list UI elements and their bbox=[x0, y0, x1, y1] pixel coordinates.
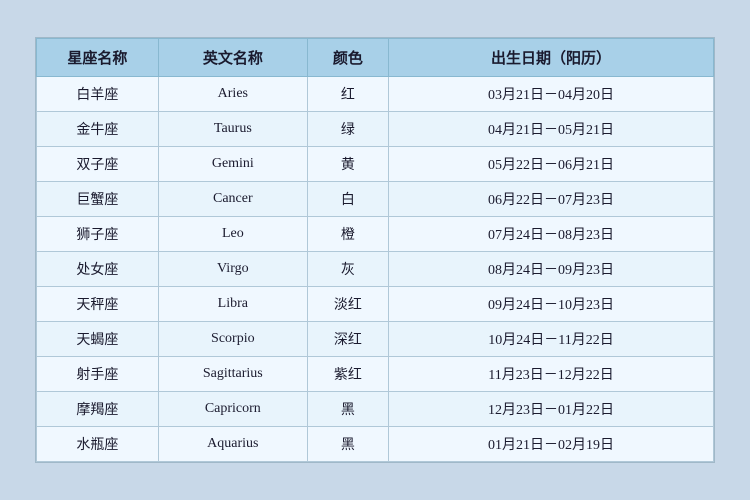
cell-chinese-name: 天秤座 bbox=[37, 287, 159, 322]
table-header-row: 星座名称 英文名称 颜色 出生日期（阳历） bbox=[37, 39, 714, 77]
cell-english-name: Aquarius bbox=[158, 427, 307, 462]
header-english-name: 英文名称 bbox=[158, 39, 307, 77]
cell-color: 黑 bbox=[307, 427, 388, 462]
cell-color: 淡红 bbox=[307, 287, 388, 322]
table-row: 双子座Gemini黄05月22日－06月21日 bbox=[37, 147, 714, 182]
cell-color: 灰 bbox=[307, 252, 388, 287]
cell-english-name: Leo bbox=[158, 217, 307, 252]
cell-color: 紫红 bbox=[307, 357, 388, 392]
cell-birth-date: 11月23日－12月22日 bbox=[389, 357, 714, 392]
cell-birth-date: 01月21日－02月19日 bbox=[389, 427, 714, 462]
table-row: 巨蟹座Cancer白06月22日－07月23日 bbox=[37, 182, 714, 217]
cell-birth-date: 08月24日－09月23日 bbox=[389, 252, 714, 287]
cell-english-name: Taurus bbox=[158, 112, 307, 147]
table-row: 白羊座Aries红03月21日－04月20日 bbox=[37, 77, 714, 112]
cell-chinese-name: 白羊座 bbox=[37, 77, 159, 112]
table-row: 摩羯座Capricorn黑12月23日－01月22日 bbox=[37, 392, 714, 427]
cell-color: 绿 bbox=[307, 112, 388, 147]
cell-english-name: Capricorn bbox=[158, 392, 307, 427]
cell-birth-date: 07月24日－08月23日 bbox=[389, 217, 714, 252]
cell-birth-date: 09月24日－10月23日 bbox=[389, 287, 714, 322]
table-row: 金牛座Taurus绿04月21日－05月21日 bbox=[37, 112, 714, 147]
zodiac-table-container: 星座名称 英文名称 颜色 出生日期（阳历） 白羊座Aries红03月21日－04… bbox=[35, 37, 715, 463]
header-color: 颜色 bbox=[307, 39, 388, 77]
cell-color: 橙 bbox=[307, 217, 388, 252]
cell-birth-date: 05月22日－06月21日 bbox=[389, 147, 714, 182]
cell-english-name: Virgo bbox=[158, 252, 307, 287]
cell-chinese-name: 双子座 bbox=[37, 147, 159, 182]
cell-birth-date: 04月21日－05月21日 bbox=[389, 112, 714, 147]
cell-english-name: Cancer bbox=[158, 182, 307, 217]
cell-color: 白 bbox=[307, 182, 388, 217]
cell-chinese-name: 巨蟹座 bbox=[37, 182, 159, 217]
cell-chinese-name: 金牛座 bbox=[37, 112, 159, 147]
cell-english-name: Gemini bbox=[158, 147, 307, 182]
table-row: 射手座Sagittarius紫红11月23日－12月22日 bbox=[37, 357, 714, 392]
cell-english-name: Scorpio bbox=[158, 322, 307, 357]
table-row: 水瓶座Aquarius黑01月21日－02月19日 bbox=[37, 427, 714, 462]
cell-color: 红 bbox=[307, 77, 388, 112]
cell-chinese-name: 处女座 bbox=[37, 252, 159, 287]
cell-chinese-name: 天蝎座 bbox=[37, 322, 159, 357]
table-row: 天蝎座Scorpio深红10月24日－11月22日 bbox=[37, 322, 714, 357]
cell-english-name: Libra bbox=[158, 287, 307, 322]
cell-color: 黄 bbox=[307, 147, 388, 182]
table-row: 处女座Virgo灰08月24日－09月23日 bbox=[37, 252, 714, 287]
header-birth-date: 出生日期（阳历） bbox=[389, 39, 714, 77]
cell-english-name: Aries bbox=[158, 77, 307, 112]
table-row: 狮子座Leo橙07月24日－08月23日 bbox=[37, 217, 714, 252]
cell-chinese-name: 水瓶座 bbox=[37, 427, 159, 462]
cell-chinese-name: 摩羯座 bbox=[37, 392, 159, 427]
header-chinese-name: 星座名称 bbox=[37, 39, 159, 77]
cell-birth-date: 06月22日－07月23日 bbox=[389, 182, 714, 217]
cell-color: 黑 bbox=[307, 392, 388, 427]
cell-chinese-name: 射手座 bbox=[37, 357, 159, 392]
cell-birth-date: 10月24日－11月22日 bbox=[389, 322, 714, 357]
cell-birth-date: 12月23日－01月22日 bbox=[389, 392, 714, 427]
zodiac-table: 星座名称 英文名称 颜色 出生日期（阳历） 白羊座Aries红03月21日－04… bbox=[36, 38, 714, 462]
cell-chinese-name: 狮子座 bbox=[37, 217, 159, 252]
table-body: 白羊座Aries红03月21日－04月20日金牛座Taurus绿04月21日－0… bbox=[37, 77, 714, 462]
cell-birth-date: 03月21日－04月20日 bbox=[389, 77, 714, 112]
cell-english-name: Sagittarius bbox=[158, 357, 307, 392]
cell-color: 深红 bbox=[307, 322, 388, 357]
table-row: 天秤座Libra淡红09月24日－10月23日 bbox=[37, 287, 714, 322]
